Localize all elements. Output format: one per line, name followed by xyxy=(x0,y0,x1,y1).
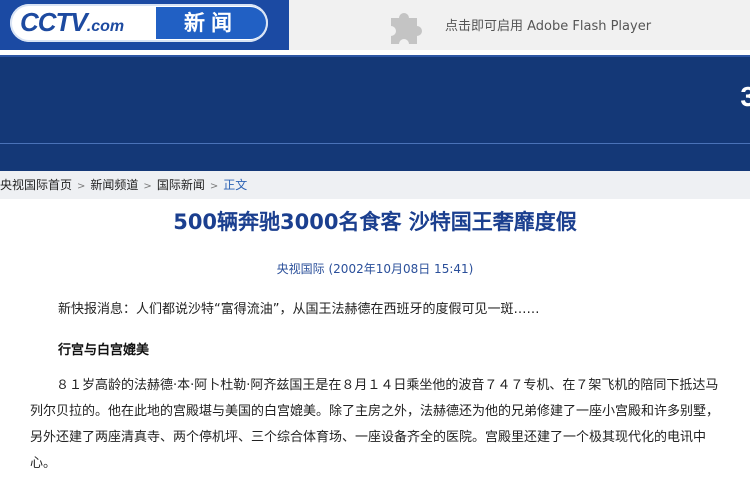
breadcrumb-news-channel[interactable]: 新闻频道 xyxy=(90,178,138,192)
cctv-logo[interactable]: CCTV.com 新闻 xyxy=(10,4,268,42)
logo-text: CCTV xyxy=(20,7,88,37)
article-subheading: 行宫与白宫媲美 xyxy=(58,343,150,358)
article-meta: 央视国际 (2002年10月08日 15:41) xyxy=(276,262,474,276)
breadcrumb-international-news[interactable]: 国际新闻 xyxy=(157,178,205,192)
article-paragraph: ８１岁高龄的法赫德·本·阿卜杜勒·阿齐兹国王是在８月１４日乘坐他的波音７４７专机… xyxy=(30,378,720,471)
flash-placeholder[interactable]: 点击即可启用 Adobe Flash Player xyxy=(289,0,750,50)
logo-wordmark: CCTV.com xyxy=(20,7,124,38)
cctv-logo-area[interactable]: CCTV.com 新闻 xyxy=(0,0,289,50)
banner-divider xyxy=(0,143,750,144)
flash-enable-text[interactable]: 点击即可启用 Adobe Flash Player xyxy=(445,15,651,34)
channel-label[interactable]: 新闻 xyxy=(156,7,266,39)
article-lead: 新快报消息：人们都说沙特“富得流油”，从国王法赫德在西班牙的度假可见一斑…… xyxy=(58,302,540,317)
breadcrumb-separator: > xyxy=(209,181,219,192)
site-header: CCTV.com 新闻 点击即可启用 Adobe Flash Player xyxy=(0,0,750,50)
logo-suffix: .com xyxy=(86,18,125,35)
breadcrumb-separator: > xyxy=(77,181,86,192)
breadcrumb-separator: > xyxy=(143,181,152,192)
article-title: 500辆奔驰3000名食客 沙特国王奢靡度假 xyxy=(173,210,577,234)
breadcrumb-current: 正文 xyxy=(223,178,248,192)
breadcrumb: 央视国际首页 > 新闻频道 > 国际新闻 > 正文 xyxy=(0,171,750,199)
banner-partial-text: 3 xyxy=(740,81,750,112)
news-banner: 3 xyxy=(0,55,750,173)
puzzle-piece-icon xyxy=(391,13,422,44)
breadcrumb-home[interactable]: 央视国际首页 xyxy=(0,178,72,192)
